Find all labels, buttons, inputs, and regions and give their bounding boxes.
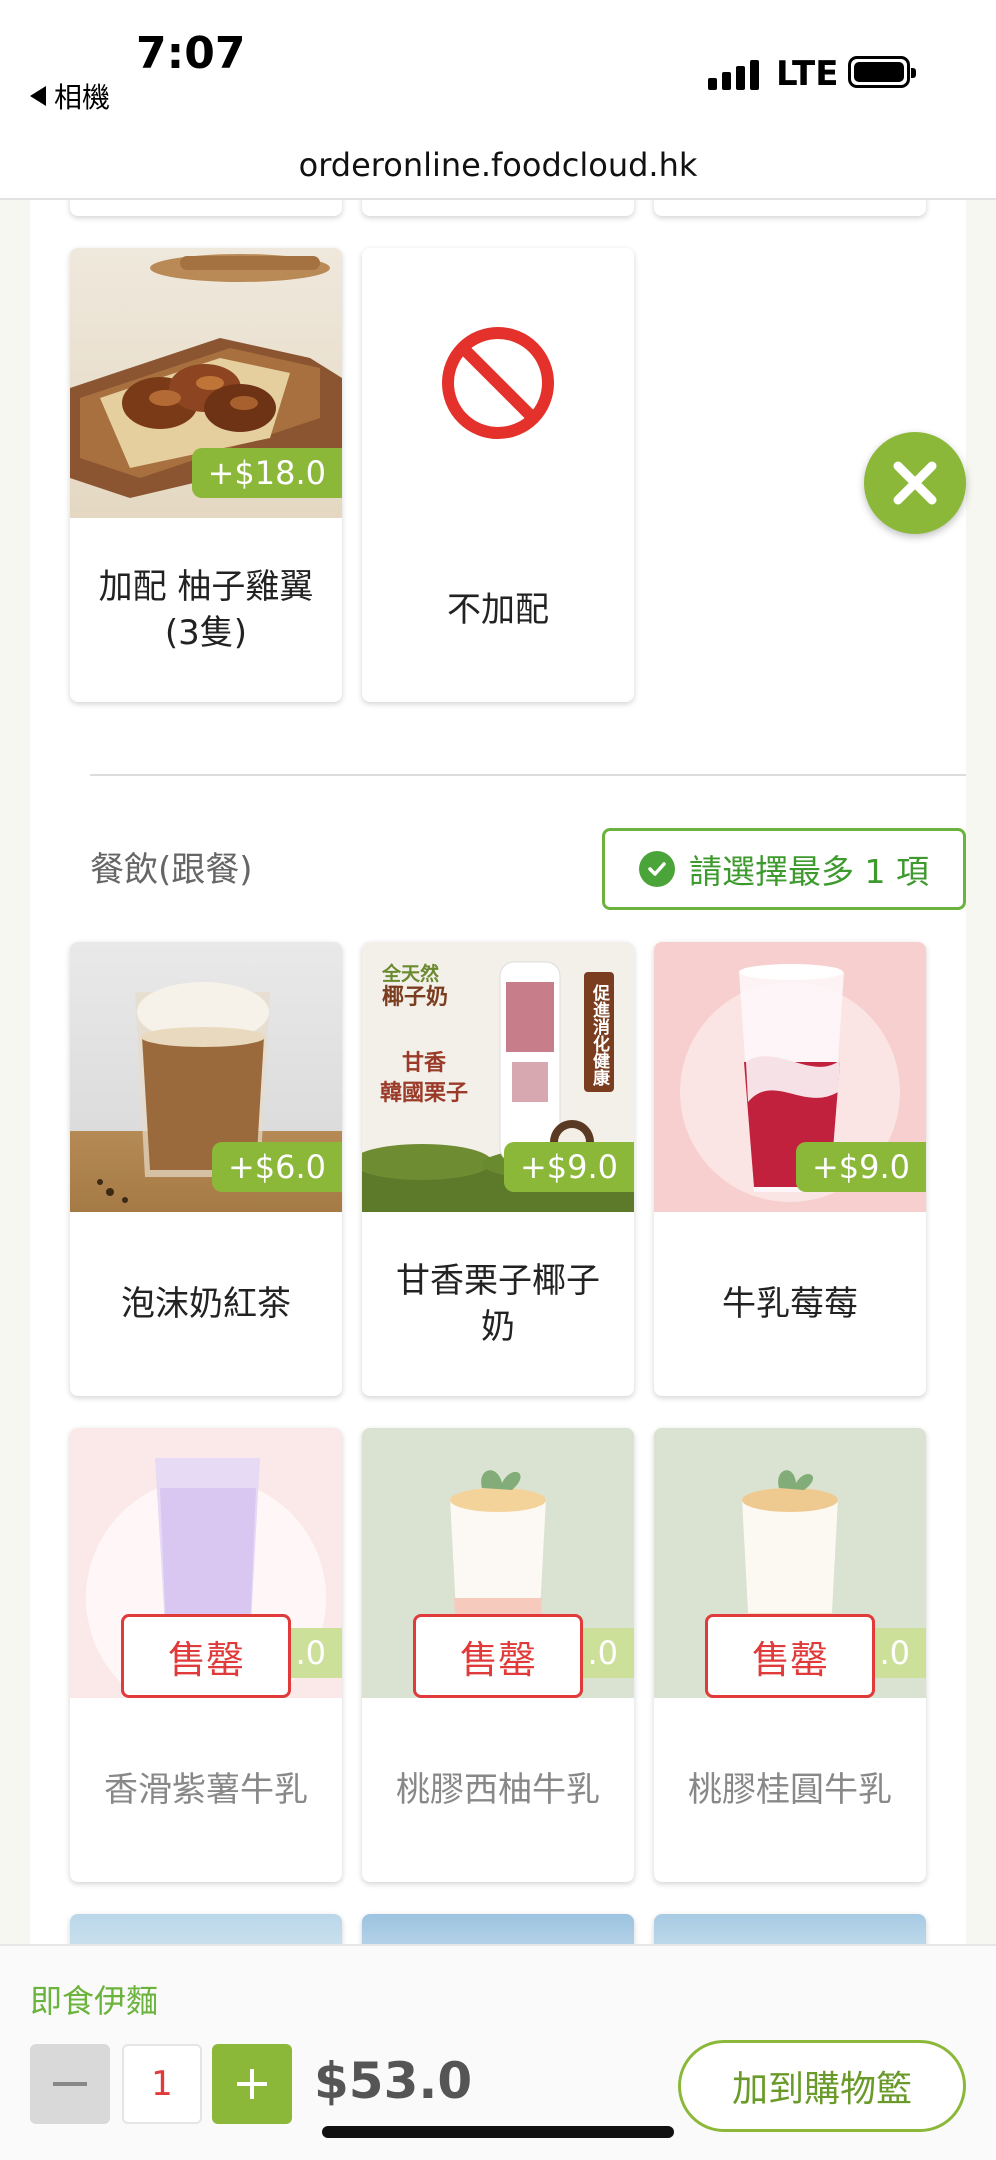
minus-icon [53,2082,87,2086]
decrease-quantity-button[interactable] [30,2044,110,2124]
no-addon-image [362,248,634,518]
drink-name: 牛乳莓莓 [722,1284,858,1324]
partial-card [70,1914,342,1944]
back-triangle-icon [30,86,46,106]
taro-milk-photo: .0 售罄 [70,1428,342,1698]
coconut-label-4: 韓國栗子 [380,1080,468,1106]
partial-card [70,200,342,216]
coconut-label-1: 全天然 [381,962,439,985]
coconut-label-3: 甘香 [402,1051,446,1076]
drink-name: 香滑紫薯牛乳 [104,1770,308,1810]
drink-option-sold-out: .0 售罄 香滑紫薯牛乳 [70,1428,342,1882]
partial-card [654,200,926,216]
check-circle-icon [639,851,675,887]
selected-item-name: 即食伊麵 [30,1982,159,2020]
sold-out-badge: 售罄 [705,1614,875,1698]
drink-option[interactable]: +$6.0 泡沫奶紅茶 [70,942,342,1396]
no-entry-icon [442,327,554,439]
milk-tea-photo: +$6.0 [70,942,342,1212]
drink-price-tag: +$6.0 [211,1142,342,1192]
section-title: 餐飲(跟餐) [90,850,253,890]
add-to-cart-button[interactable]: 加到購物籃 [678,2040,966,2132]
close-icon [893,461,937,505]
addon-name: 不加配 [447,590,549,630]
status-time: 7:07 [136,28,246,79]
addon-name: 加配 柚子雞翼(3隻) [98,567,314,653]
selection-hint-badge: 請選擇最多 1 項 [602,828,966,910]
close-button[interactable] [864,432,966,534]
back-to-app-button[interactable]: 相機 [30,76,110,116]
longan-milk-photo: .0 售罄 [654,1428,926,1698]
coconut-milk-photo: 全天然 椰子奶 甘香 韓國栗子 促進消化健康 +$9.0 [362,942,634,1212]
home-indicator [322,2126,674,2138]
battery-icon [848,56,916,88]
total-price: $53.0 [314,2052,473,2110]
drink-option[interactable]: 全天然 椰子奶 甘香 韓國栗子 促進消化健康 +$9.0 甘香栗子椰子奶 [362,942,634,1396]
url-bar[interactable]: orderonline.foodcloud.hk [0,140,996,200]
drink-option-sold-out: .0 售罄 桃膠西柚牛乳 [362,1428,634,1882]
drink-name: 桃膠西柚牛乳 [396,1770,600,1810]
drink-name: 甘香栗子椰子奶 [396,1261,600,1347]
drink-price-tag: +$9.0 [503,1142,634,1192]
drink-option[interactable]: +$9.0 牛乳莓莓 [654,942,926,1396]
signal-icon [708,56,759,90]
page-background: +$18.0 加配 柚子雞翼(3隻) 不加配 餐飲(跟餐) 請選擇最多 1 項 [0,200,996,1944]
addon-price-tag: +$18.0 [191,448,342,498]
drink-option-sold-out: .0 售罄 桃膠桂圓牛乳 [654,1428,926,1882]
network-label: LTE [776,54,839,94]
addon-option-chicken-wings[interactable]: +$18.0 加配 柚子雞翼(3隻) [70,248,342,702]
url-text: orderonline.foodcloud.hk [298,146,698,184]
coconut-label-5: 促進消化健康 [589,983,611,1087]
increase-quantity-button[interactable] [212,2044,292,2124]
sold-out-badge: 售罄 [413,1614,583,1698]
partial-card [362,200,634,216]
status-bar: 7:07 相機 LTE [0,0,996,140]
partial-card [362,1914,634,1944]
plus-icon [237,2069,267,2099]
options-panel: +$18.0 加配 柚子雞翼(3隻) 不加配 餐飲(跟餐) 請選擇最多 1 項 [30,200,966,1944]
sold-out-badge: 售罄 [121,1614,291,1698]
section-divider [90,774,966,776]
drink-price-tag: +$9.0 [795,1142,926,1192]
chicken-wings-photo: +$18.0 [70,248,342,518]
partial-card [654,1914,926,1944]
grapefruit-milk-photo: .0 售罄 [362,1428,634,1698]
back-app-label: 相機 [54,81,111,114]
coconut-label-2: 椰子奶 [382,984,448,1010]
drink-name: 桃膠桂圓牛乳 [688,1770,892,1810]
selection-hint-text: 請選擇最多 1 項 [689,852,929,891]
addon-option-none[interactable]: 不加配 [362,248,634,702]
drink-name: 泡沫奶紅茶 [121,1284,291,1324]
quantity-field[interactable]: 1 [122,2044,202,2124]
berry-milk-photo: +$9.0 [654,942,926,1212]
